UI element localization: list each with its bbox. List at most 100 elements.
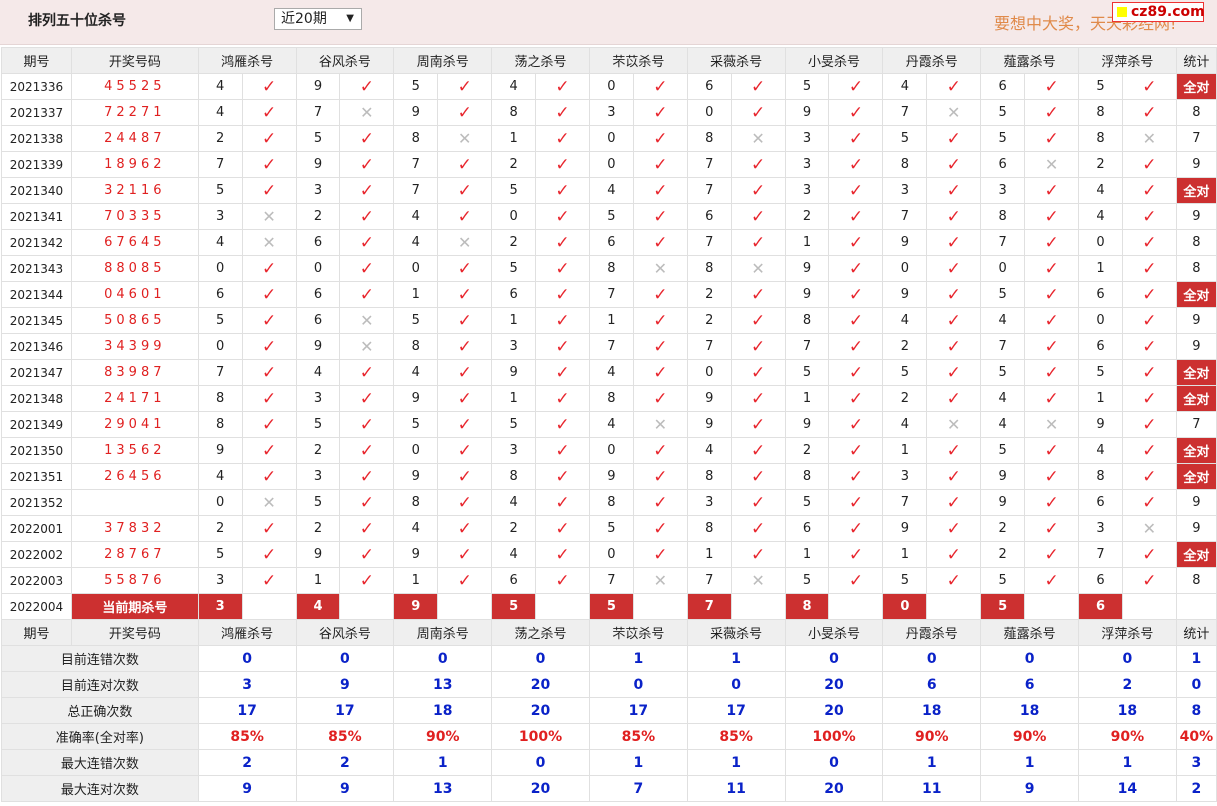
check-icon: ✓ xyxy=(555,181,570,201)
table-row: 2021342 67645 4 ✕ 6 ✓ 4 ✕ 2 ✓ 6 ✓ 7 ✓ 1 ✓ 9 ✓ 7 ✓ 0 ✓ 8 xyxy=(1,229,1217,256)
result-mark-cell: ✓ xyxy=(437,463,493,490)
kill-number-cell: 8 xyxy=(491,463,537,490)
stat-value: 0 xyxy=(197,645,297,672)
stat-value: 90% xyxy=(1078,723,1177,750)
kill-number-cell: 4 xyxy=(588,411,634,438)
kill-number-cell: 1 xyxy=(491,307,537,334)
kill-number-cell: 8 xyxy=(1078,463,1123,490)
col-header-expert: 周南杀号 xyxy=(393,47,493,74)
kill-number-cell: 3 xyxy=(197,203,243,230)
check-icon: ✓ xyxy=(555,415,570,435)
kill-number-cell: 8 xyxy=(588,385,634,412)
issue-cell: 2021336 xyxy=(1,73,72,100)
col-header-expert: 浮萍杀号 xyxy=(1078,47,1177,74)
result-mark-cell: ✓ xyxy=(437,359,493,386)
kill-number-cell: 8 xyxy=(197,411,243,438)
period-select[interactable]: 近20期 ▼ xyxy=(274,8,362,30)
kill-number-cell: 3 xyxy=(882,177,928,204)
check-icon: ✓ xyxy=(457,467,472,487)
kill-number-cell: 4 xyxy=(197,463,243,490)
stat-value: 3 xyxy=(197,671,297,698)
result-mark-cell: ✓ xyxy=(1024,73,1080,100)
check-icon: ✓ xyxy=(457,181,472,201)
result-mark-cell: ✓ xyxy=(828,177,884,204)
result-mark-cell: ✓ xyxy=(730,515,786,542)
stat-value: 85% xyxy=(295,723,395,750)
result-mark-cell: ✓ xyxy=(535,541,590,568)
table-row: 2021348 24171 8 ✓ 3 ✓ 9 ✓ 1 ✓ 8 ✓ 9 ✓ 1 ✓ 2 ✓ 4 ✓ 1 ✓ 全对 xyxy=(1,385,1217,412)
kill-number-cell: 1 xyxy=(491,125,537,152)
kill-number-cell: 0 xyxy=(588,125,634,152)
kill-number-cell: 2 xyxy=(197,125,243,152)
result-mark-cell: ✓ xyxy=(339,281,395,308)
check-icon: ✓ xyxy=(751,285,766,305)
check-icon: ✓ xyxy=(653,337,668,357)
check-icon: ✓ xyxy=(457,415,472,435)
stat-row: 最大连对次数 9 9 13 20 7 11 20 11 9 14 2 xyxy=(1,775,1217,802)
result-mark-cell: ✓ xyxy=(339,541,395,568)
draw-numbers-cell: 83987 xyxy=(70,359,199,386)
check-icon: ✓ xyxy=(848,285,864,305)
result-mark-cell: ✓ xyxy=(1024,359,1080,386)
result-mark-cell: ✓ xyxy=(437,515,493,542)
check-icon: ✓ xyxy=(261,441,277,461)
kill-number-cell: 5 xyxy=(980,125,1026,152)
cross-icon: ✕ xyxy=(1142,519,1157,538)
kill-number-cell: 7 xyxy=(295,99,341,126)
check-icon: ✓ xyxy=(848,571,864,591)
kill-number-cell: 2 xyxy=(491,151,537,178)
kill-number-cell: 7 xyxy=(686,177,732,204)
stat-value: 17 xyxy=(197,697,297,724)
kill-number-cell: 9 xyxy=(295,73,341,100)
stat-value: 6 xyxy=(980,671,1080,698)
kill-number-cell: 5 xyxy=(295,489,341,516)
check-icon: ✓ xyxy=(1044,519,1059,539)
check-icon: ✓ xyxy=(1044,233,1059,253)
result-mark-cell: ✓ xyxy=(1024,177,1080,204)
check-icon: ✓ xyxy=(1142,337,1157,357)
table-row: 2022001 37832 2 ✓ 2 ✓ 4 ✓ 2 ✓ 5 ✓ 8 ✓ 6 ✓ 9 ✓ 2 ✓ 3 ✕ 9 xyxy=(1,515,1217,542)
stat-value: 2 xyxy=(295,749,395,776)
kill-number-cell: 5 xyxy=(588,203,634,230)
stat-cell: 全对 xyxy=(1175,281,1217,308)
check-icon: ✓ xyxy=(1044,389,1059,409)
result-mark-cell: ✓ xyxy=(730,541,786,568)
empty-cell xyxy=(535,593,590,620)
site-logo[interactable]: cz89.com xyxy=(1112,2,1205,22)
col-header-expert: 采薇杀号 xyxy=(686,619,786,646)
check-icon: ✓ xyxy=(555,389,570,409)
cross-icon: ✕ xyxy=(1044,155,1059,174)
result-mark-cell: ✓ xyxy=(828,99,884,126)
kill-number-cell: 6 xyxy=(784,515,830,542)
kill-number-cell: 5 xyxy=(1078,73,1123,100)
check-icon: ✓ xyxy=(261,285,277,305)
check-icon: ✓ xyxy=(848,207,864,227)
draw-numbers-cell: 28767 xyxy=(70,541,199,568)
check-icon: ✓ xyxy=(555,129,570,149)
check-icon: ✓ xyxy=(1142,415,1157,435)
check-icon: ✓ xyxy=(555,285,570,305)
check-icon: ✓ xyxy=(457,155,472,175)
kill-number-cell: 7 xyxy=(686,229,732,256)
result-mark-cell: ✓ xyxy=(730,359,786,386)
stat-value: 1 xyxy=(588,645,688,672)
result-mark-cell: ✓ xyxy=(926,541,982,568)
kill-number-cell: 9 xyxy=(784,281,830,308)
check-icon: ✓ xyxy=(457,311,472,331)
check-icon: ✓ xyxy=(359,571,374,591)
check-icon: ✓ xyxy=(1142,441,1157,461)
result-mark-cell: ✕ xyxy=(632,567,688,594)
result-mark-cell: ✓ xyxy=(632,281,688,308)
col-header-expert: 鸿雁杀号 xyxy=(197,619,297,646)
kill-number-cell: 7 xyxy=(686,151,732,178)
kill-number-cell: 2 xyxy=(295,203,341,230)
result-mark-cell: ✕ xyxy=(437,229,493,256)
col-header-issue: 期号 xyxy=(1,47,72,74)
result-mark-cell: ✓ xyxy=(241,73,297,100)
check-icon: ✓ xyxy=(946,129,961,149)
kill-number-cell: 1 xyxy=(588,307,634,334)
kill-number-cell: 0 xyxy=(588,73,634,100)
result-mark-cell: ✓ xyxy=(535,437,590,464)
result-mark-cell: ✓ xyxy=(730,99,786,126)
empty-cell xyxy=(339,593,395,620)
